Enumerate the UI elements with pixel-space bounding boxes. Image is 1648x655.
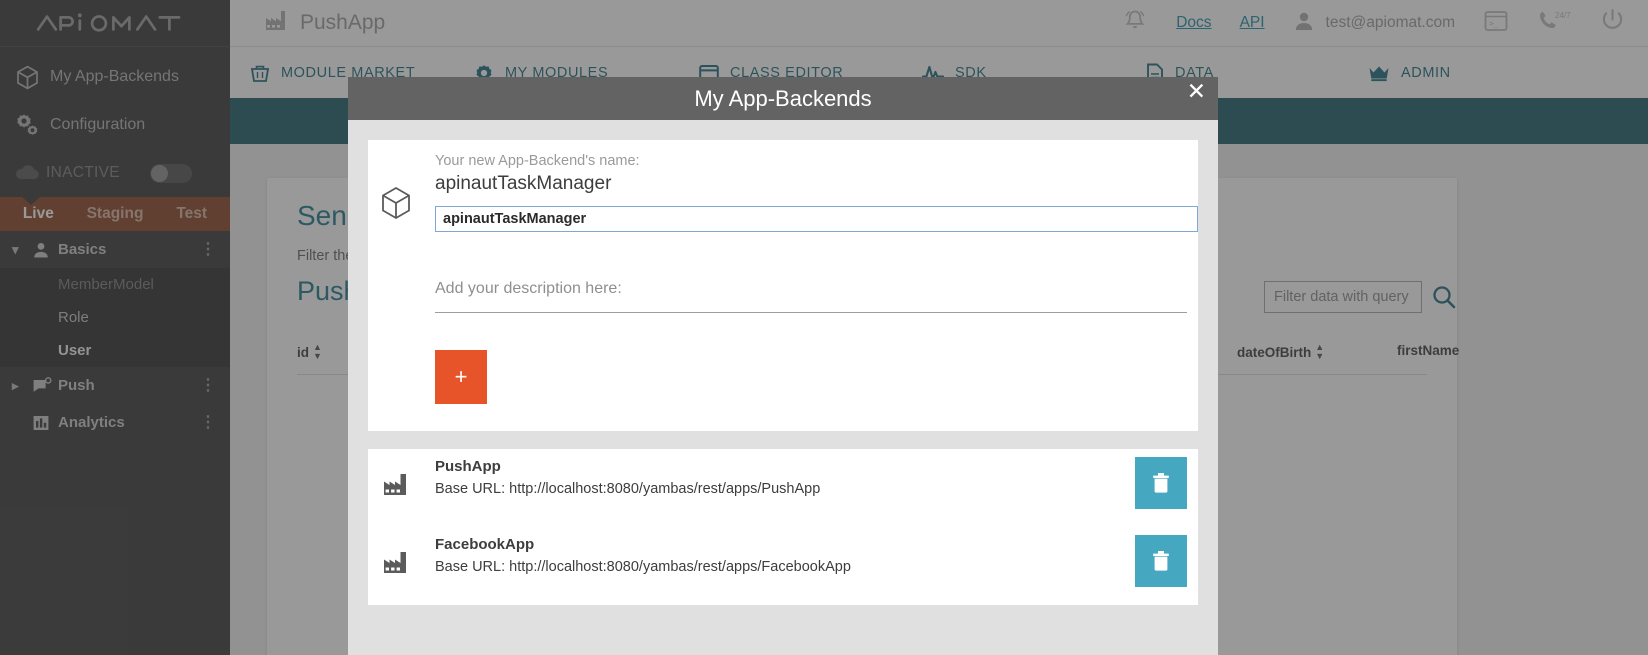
new-backend-name-input[interactable] bbox=[435, 206, 1198, 232]
backend-name: FacebookApp bbox=[435, 536, 535, 553]
new-backend-panel: Your new App-Backend's name: apinautTask… bbox=[368, 140, 1198, 431]
description-underline[interactable] bbox=[435, 312, 1187, 313]
list-item[interactable]: PushApp Base URL: http://localhost:8080/… bbox=[368, 449, 1198, 527]
new-backend-description-label: Add your description here: bbox=[435, 280, 622, 297]
close-icon[interactable]: ✕ bbox=[1187, 80, 1206, 103]
cube-icon bbox=[379, 185, 413, 226]
existing-backends-panel: PushApp Base URL: http://localhost:8080/… bbox=[368, 449, 1198, 605]
trash-icon bbox=[1150, 470, 1172, 497]
backend-url: Base URL: http://localhost:8080/yambas/r… bbox=[435, 559, 851, 575]
delete-backend-button[interactable] bbox=[1135, 457, 1187, 509]
backend-url: Base URL: http://localhost:8080/yambas/r… bbox=[435, 481, 821, 497]
application-root: Send Push Notifications Filter the recip… bbox=[0, 0, 1648, 655]
dialog-title: My App-Backends bbox=[694, 85, 872, 111]
dialog-header: My App-Backends ✕ bbox=[348, 77, 1218, 120]
my-app-backends-dialog: My App-Backends ✕ Your new App-Backend's… bbox=[348, 77, 1218, 655]
delete-backend-button[interactable] bbox=[1135, 535, 1187, 587]
add-backend-button[interactable]: + bbox=[435, 350, 487, 404]
factory-icon bbox=[382, 550, 408, 579]
new-backend-name-label: Your new App-Backend's name: bbox=[435, 153, 640, 169]
dialog-body: Your new App-Backend's name: apinautTask… bbox=[348, 120, 1218, 655]
new-backend-name-heading: apinautTaskManager bbox=[435, 173, 612, 194]
backend-name: PushApp bbox=[435, 458, 501, 475]
factory-icon bbox=[382, 472, 408, 501]
list-item[interactable]: FacebookApp Base URL: http://localhost:8… bbox=[368, 527, 1198, 605]
trash-icon bbox=[1150, 548, 1172, 575]
